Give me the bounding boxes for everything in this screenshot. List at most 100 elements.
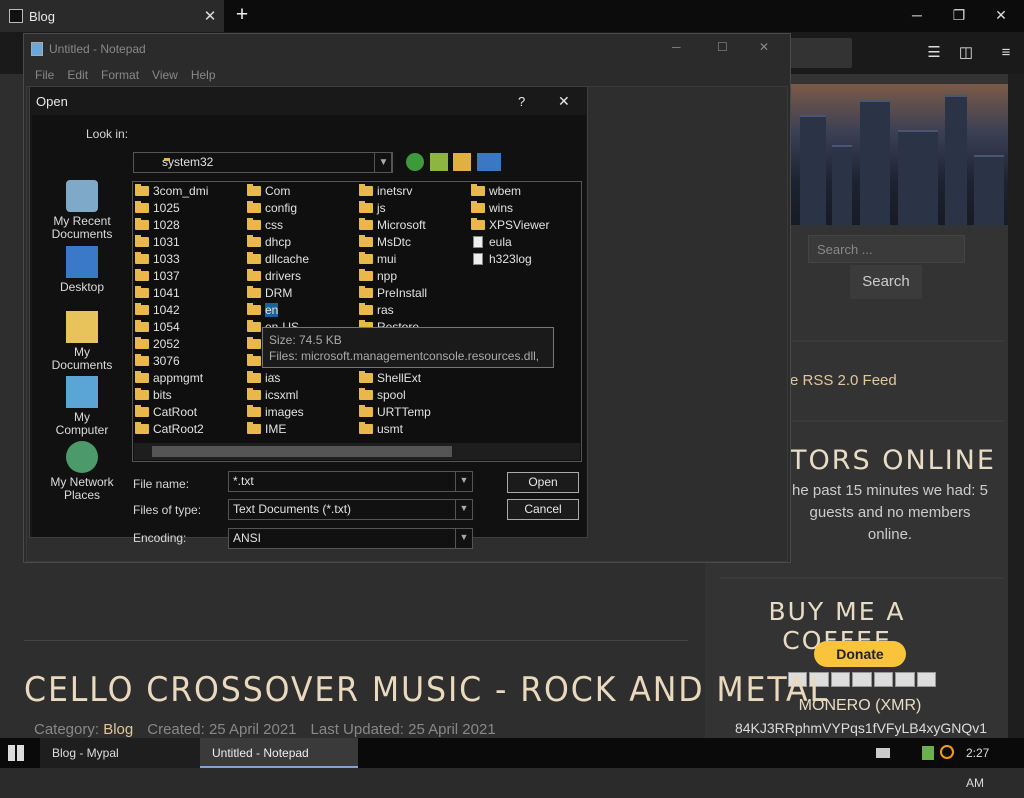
file-list-item[interactable]: icsxml xyxy=(247,386,309,403)
file-list-item[interactable]: 1031 xyxy=(135,233,208,250)
menu-help[interactable]: Help xyxy=(191,64,216,86)
menu-view[interactable]: View xyxy=(152,64,178,86)
file-list-item[interactable]: 2052 xyxy=(135,335,208,352)
file-list-item[interactable]: 1037 xyxy=(135,267,208,284)
file-list-item[interactable]: IME xyxy=(247,420,309,437)
donate-button[interactable]: Donate xyxy=(814,641,906,667)
browser-minimize-button[interactable]: ─ xyxy=(894,0,940,32)
file-list-item[interactable]: h323log xyxy=(471,250,549,267)
article-title[interactable]: CELLO CROSSOVER MUSIC - ROCK AND METAL xyxy=(24,670,829,710)
dialog-help-button[interactable]: ? xyxy=(518,94,525,109)
look-in-dropdown-icon[interactable]: ▼ xyxy=(374,152,393,173)
file-list-item[interactable]: Com xyxy=(247,182,309,199)
file-list-item[interactable]: js xyxy=(359,199,431,216)
file-list-item[interactable]: inetsrv xyxy=(359,182,431,199)
up-folder-icon[interactable] xyxy=(430,153,448,171)
file-list-item[interactable]: mui xyxy=(359,250,431,267)
sidebar-icon[interactable]: ◫ xyxy=(950,38,982,68)
category-link[interactable]: Blog xyxy=(103,721,133,738)
library-icon[interactable]: ☰ xyxy=(918,38,950,68)
menu-edit[interactable]: Edit xyxy=(67,64,88,86)
file-list-item[interactable]: URTTemp xyxy=(359,403,431,420)
file-list-item[interactable]: eula xyxy=(471,233,549,250)
file-list-item[interactable]: wins xyxy=(471,199,549,216)
file-list-item[interactable]: XPSViewer xyxy=(471,216,549,233)
file-list-item[interactable]: en xyxy=(247,301,309,318)
rss-feed-link[interactable]: e RSS 2.0 Feed xyxy=(790,372,897,389)
file-list-item[interactable]: 1028 xyxy=(135,216,208,233)
file-list-item[interactable]: 1054 xyxy=(135,318,208,335)
taskbar-item-notepad[interactable]: Untitled - Notepad xyxy=(200,738,358,768)
network-tray-icon[interactable] xyxy=(922,746,934,760)
file-list-item[interactable]: images xyxy=(247,403,309,420)
dialog-close-button[interactable]: ✕ xyxy=(558,93,570,110)
menu-icon[interactable]: ≡ xyxy=(990,38,1022,68)
menu-file[interactable]: File xyxy=(35,64,54,86)
place-my-documents[interactable]: My Documents xyxy=(46,311,118,372)
place-desktop[interactable]: Desktop xyxy=(46,246,118,294)
file-list-item[interactable]: 1042 xyxy=(135,301,208,318)
file-list-item[interactable]: PreInstall xyxy=(359,284,431,301)
updated-date: Last Updated: 25 April 2021 xyxy=(310,721,496,738)
back-icon[interactable] xyxy=(406,153,424,171)
clock[interactable]: 2:27 AM xyxy=(966,738,1010,798)
file-list-item[interactable]: css xyxy=(247,216,309,233)
place-recent-documents[interactable]: My Recent Documents xyxy=(46,180,118,241)
file-list-item[interactable]: ras xyxy=(359,301,431,318)
new-tab-button[interactable]: + xyxy=(232,4,252,28)
browser-close-button[interactable]: ✕ xyxy=(978,0,1024,32)
file-list-item[interactable]: Microsoft xyxy=(359,216,431,233)
file-list-item[interactable]: drivers xyxy=(247,267,309,284)
file-list-item[interactable]: spool xyxy=(359,386,431,403)
place-my-computer[interactable]: My Computer xyxy=(46,376,118,437)
taskbar-item-blog[interactable]: Blog - Mypal xyxy=(40,738,200,768)
encoding-select[interactable]: ANSI ▼ xyxy=(228,528,473,549)
url-bar[interactable] xyxy=(786,38,852,68)
notepad-maximize-button[interactable]: ☐ xyxy=(717,40,728,54)
file-list-item[interactable]: MsDtc xyxy=(359,233,431,250)
look-in-combo[interactable]: system32 xyxy=(133,152,392,173)
file-list-item[interactable]: config xyxy=(247,199,309,216)
folder-icon xyxy=(135,421,149,434)
file-list-item[interactable]: usmt xyxy=(359,420,431,437)
files-of-type-select[interactable]: Text Documents (*.txt) ▼ xyxy=(228,499,473,520)
chevron-down-icon[interactable]: ▼ xyxy=(455,528,472,549)
file-list-item[interactable]: wbem xyxy=(471,182,549,199)
scrollbar-thumb[interactable] xyxy=(152,446,452,457)
view-menu-icon[interactable] xyxy=(477,153,501,171)
chevron-down-icon[interactable]: ▼ xyxy=(455,499,472,520)
keyboard-icon[interactable] xyxy=(876,748,890,758)
browser-maximize-button[interactable]: ❐ xyxy=(936,0,982,32)
browser-tab[interactable]: Blog ✕ xyxy=(0,0,224,32)
file-name: 1033 xyxy=(153,251,180,266)
start-icon[interactable] xyxy=(8,745,24,761)
file-list-item[interactable]: 1033 xyxy=(135,250,208,267)
place-network[interactable]: My Network Places xyxy=(46,441,118,502)
file-list-item[interactable]: CatRoot xyxy=(135,403,208,420)
search-tray-icon[interactable] xyxy=(940,745,954,759)
notepad-minimize-button[interactable]: ─ xyxy=(672,40,681,54)
file-list-item[interactable]: 3076 xyxy=(135,352,208,369)
tab-close-icon[interactable]: ✕ xyxy=(196,7,224,25)
notepad-close-button[interactable]: ✕ xyxy=(759,40,769,54)
file-list-item[interactable]: 3com_dmi xyxy=(135,182,208,199)
site-search-input[interactable]: Search ... xyxy=(808,235,965,263)
file-list-item[interactable]: dllcache xyxy=(247,250,309,267)
file-list-item[interactable]: 1041 xyxy=(135,284,208,301)
file-list-item[interactable]: DRM xyxy=(247,284,309,301)
file-list-item[interactable]: appmgmt xyxy=(135,369,208,386)
file-list-item[interactable]: 1025 xyxy=(135,199,208,216)
file-list[interactable]: 3com_dmi 1025 1028 1031 1033 1037 1041 1042 1054… xyxy=(132,181,582,462)
cancel-button[interactable]: Cancel xyxy=(507,499,579,520)
open-button[interactable]: Open xyxy=(507,472,579,493)
chevron-down-icon[interactable]: ▼ xyxy=(455,471,472,492)
menu-format[interactable]: Format xyxy=(101,64,139,86)
new-folder-icon[interactable] xyxy=(453,153,471,171)
file-list-item[interactable]: dhcp xyxy=(247,233,309,250)
site-search-button[interactable]: Search xyxy=(850,265,922,299)
file-list-item[interactable]: bits xyxy=(135,386,208,403)
file-list-item[interactable]: npp xyxy=(359,267,431,284)
page-scrollbar[interactable] xyxy=(1008,74,1024,738)
file-name-input[interactable]: *.txt ▼ xyxy=(228,471,473,492)
file-list-item[interactable]: CatRoot2 xyxy=(135,420,208,437)
